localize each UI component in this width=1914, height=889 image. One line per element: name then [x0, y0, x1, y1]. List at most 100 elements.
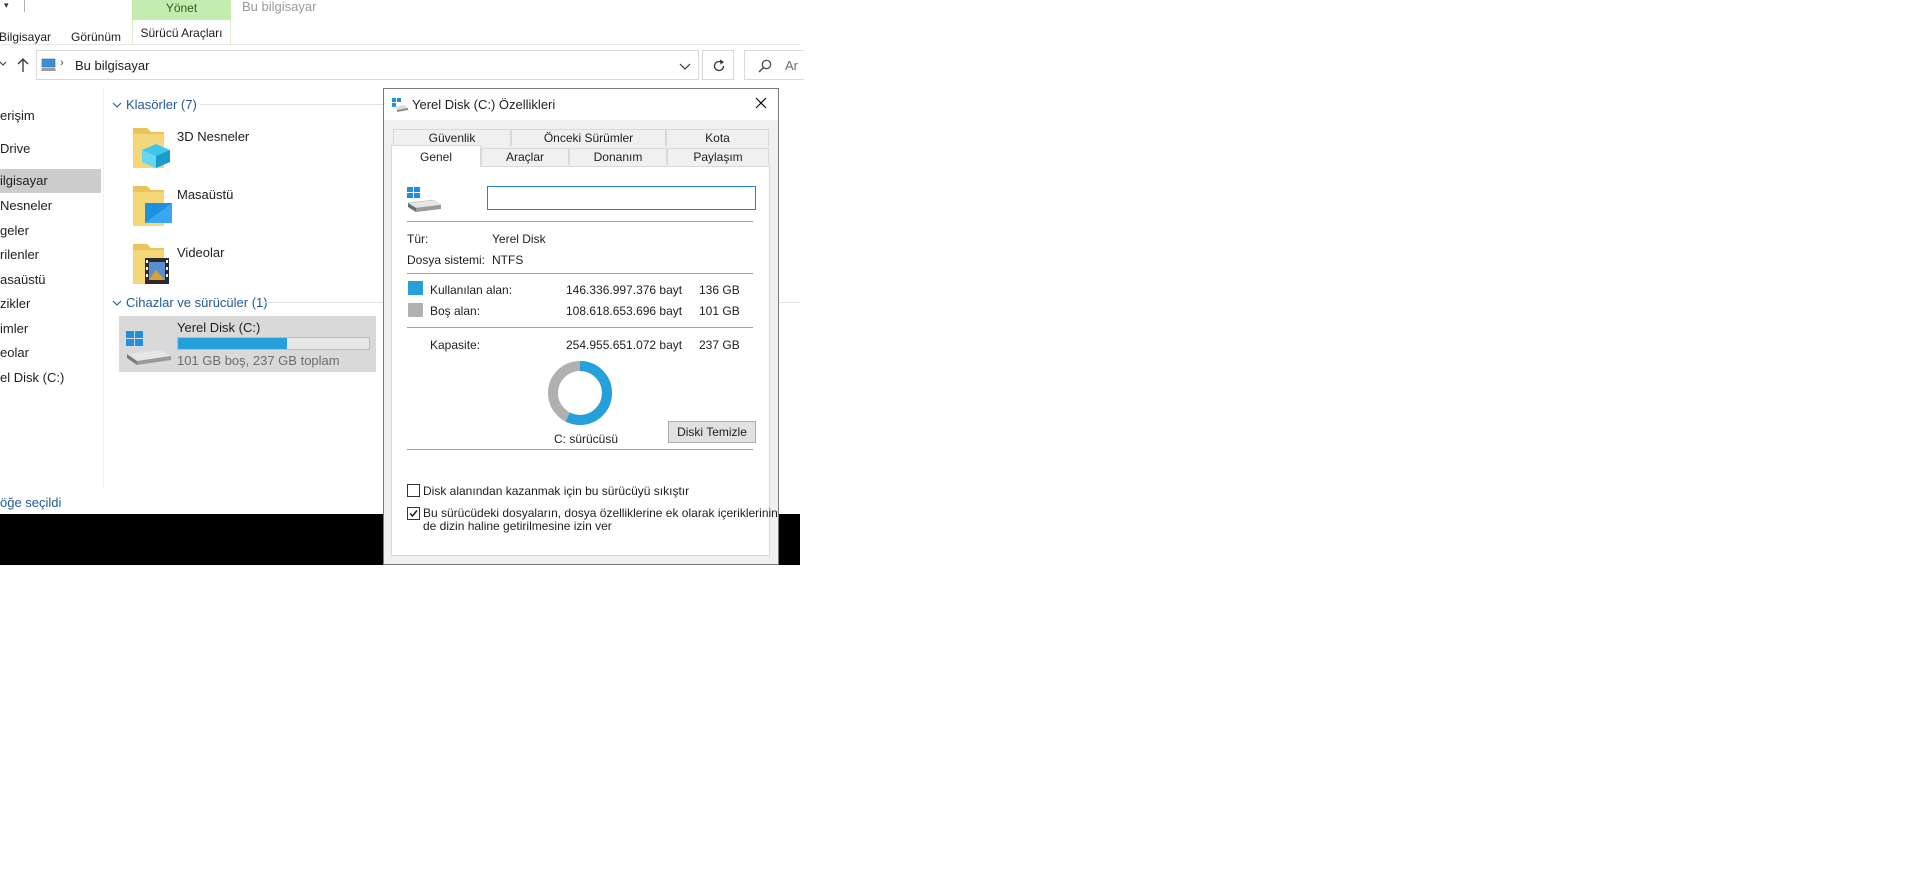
sidebar-item-desktop[interactable]: asaüstü [0, 269, 46, 291]
drive-summary: 101 GB boş, 237 GB toplam [177, 353, 340, 368]
up-arrow-icon[interactable] [15, 57, 31, 73]
file-system-label: Dosya sistemi: [407, 253, 486, 267]
devices-group-header[interactable]: Cihazlar ve sürücüler (1) [126, 295, 268, 310]
used-space-gb: 136 GB [699, 283, 740, 297]
free-space-bytes: 108.618.653.696 bayt [566, 304, 683, 318]
tab-hardware[interactable]: Donanım [569, 148, 667, 165]
devices-group-line-right [779, 302, 800, 303]
refresh-button[interactable] [702, 50, 734, 80]
drive-tile-local-disk[interactable]: Yerel Disk (C:) 101 GB boş, 237 GB topla… [119, 316, 376, 372]
drive-usage-fill [178, 338, 287, 349]
ok-button[interactable] [514, 564, 595, 565]
search-placeholder: Ar [785, 58, 798, 73]
computer-icon [41, 58, 57, 75]
index-contents-label-line1[interactable]: Bu sürücüdeki dosyaların, dosya özellikl… [423, 506, 778, 520]
sidebar-item-documents[interactable]: rilenler [0, 244, 39, 266]
search-icon [757, 58, 773, 77]
file-system-value: NTFS [492, 253, 524, 267]
folders-group-header[interactable]: Klasörler (7) [126, 97, 197, 112]
sidebar-item-onedrive[interactable]: Drive [0, 138, 30, 160]
address-dropdown-chevron-icon[interactable] [679, 60, 691, 74]
sidebar-item-videos[interactable]: eolar [0, 342, 29, 364]
ribbon-divider [24, 0, 25, 12]
tab-sharing[interactable]: Paylaşım [667, 148, 769, 165]
tab-previous-versions[interactable]: Önceki Sürümler [511, 129, 666, 146]
refresh-icon [711, 58, 727, 77]
cancel-button[interactable] [602, 564, 683, 565]
compress-drive-checkbox[interactable] [407, 484, 420, 497]
drive-name-input[interactable] [487, 186, 756, 210]
search-field[interactable]: Ar [744, 50, 804, 80]
devices-group-line [262, 302, 384, 303]
tab-tools[interactable]: Araçlar [481, 148, 569, 165]
large-drive-icon [407, 187, 442, 216]
tab-security[interactable]: Güvenlik [393, 129, 511, 146]
navigation-pane-divider [103, 87, 104, 487]
drive-name: Yerel Disk (C:) [177, 320, 261, 335]
folder-desktop-icon [130, 182, 174, 231]
manage-tab[interactable]: Yönet [132, 0, 231, 20]
status-text: öğe seçildi [0, 495, 62, 510]
drive-icon [125, 330, 171, 369]
sidebar-item-music[interactable]: zikler [0, 293, 30, 315]
separator-4 [407, 449, 753, 450]
free-space-label: Boş alan: [430, 304, 481, 318]
used-space-swatch [408, 281, 423, 295]
folder-label-3d-objects: 3D Nesneler [177, 129, 250, 144]
apply-button[interactable] [690, 564, 771, 565]
devices-group-chevron-icon[interactable] [112, 297, 122, 311]
address-field[interactable]: › Bu bilgisayar [36, 50, 699, 80]
sidebar-item-quick-access[interactable]: erişim [0, 105, 35, 127]
tab-general[interactable]: Genel [391, 145, 481, 167]
capacity-label: Kapasite: [430, 338, 481, 352]
type-value: Yerel Disk [492, 232, 546, 246]
sidebar-item-downloads[interactable]: geler [0, 220, 29, 242]
tab-computer[interactable]: Bilgisayar [0, 30, 51, 44]
folder-item-desktop[interactable]: Masaüstü [128, 180, 378, 230]
index-contents-checkbox[interactable] [407, 507, 420, 520]
free-space-gb: 101 GB [699, 304, 740, 318]
sidebar-item-3d-objects[interactable]: Nesneler [0, 195, 52, 217]
index-contents-label-line2[interactable]: de dizin haline getirilmesine izin ver [423, 519, 612, 533]
recent-locations-chevron-icon[interactable] [0, 56, 8, 72]
folder-item-3d-objects[interactable]: 3D Nesneler [128, 122, 378, 172]
drive-letter-label: C: sürücüsü [554, 432, 619, 446]
folder-label-videos: Videolar [177, 245, 225, 260]
free-space-swatch [408, 303, 423, 317]
tab-quota[interactable]: Kota [666, 129, 769, 146]
sidebar-item-pictures[interactable]: imler [0, 318, 28, 340]
separator-2 [407, 273, 753, 274]
dialog-title: Yerel Disk (C:) Özellikleri [412, 97, 556, 112]
folder-item-videos[interactable]: Videolar [128, 238, 378, 288]
window-title: Bu bilgisayar [242, 0, 317, 14]
properties-dialog: Yerel Disk (C:) Özellikleri Güvenlik Önc… [383, 88, 779, 565]
ribbon-bottom-border [0, 44, 800, 45]
folders-group-line [200, 104, 384, 105]
dialog-drive-icon [392, 98, 408, 115]
sidebar-item-local-disk[interactable]: el Disk (C:) [0, 367, 64, 389]
breadcrumb-current[interactable]: Bu bilgisayar [75, 58, 149, 73]
separator-3 [407, 327, 753, 328]
folder-3d-objects-icon [130, 124, 174, 173]
dialog-titlebar[interactable]: Yerel Disk (C:) Özellikleri [384, 89, 778, 120]
folders-group-chevron-icon[interactable] [112, 99, 122, 113]
disk-usage-donut [548, 361, 612, 425]
tab-drive-tools[interactable]: Sürücü Araçları [132, 20, 231, 44]
separator-1 [407, 221, 753, 222]
folder-videos-icon [130, 240, 174, 289]
quick-access-dropdown[interactable]: ▾ [4, 0, 18, 14]
capacity-bytes: 254.955.651.072 bayt [566, 338, 683, 352]
sidebar-item-this-pc[interactable]: ilgisayar [0, 170, 48, 192]
tab-view[interactable]: Görünüm [71, 30, 121, 44]
drive-usage-bar [177, 337, 370, 350]
close-icon[interactable] [754, 96, 768, 113]
checkmark-icon [409, 510, 418, 518]
breadcrumb-separator-icon[interactable]: › [60, 57, 64, 69]
used-space-label: Kullanılan alan: [430, 283, 513, 297]
compress-drive-label[interactable]: Disk alanından kazanmak için bu sürücüyü… [423, 484, 689, 498]
used-space-bytes: 146.336.997.376 bayt [566, 283, 683, 297]
folder-label-desktop: Masaüstü [177, 187, 234, 202]
capacity-gb: 237 GB [699, 338, 740, 352]
disk-cleanup-button[interactable]: Diski Temizle [668, 421, 756, 443]
type-label: Tür: [407, 232, 429, 246]
